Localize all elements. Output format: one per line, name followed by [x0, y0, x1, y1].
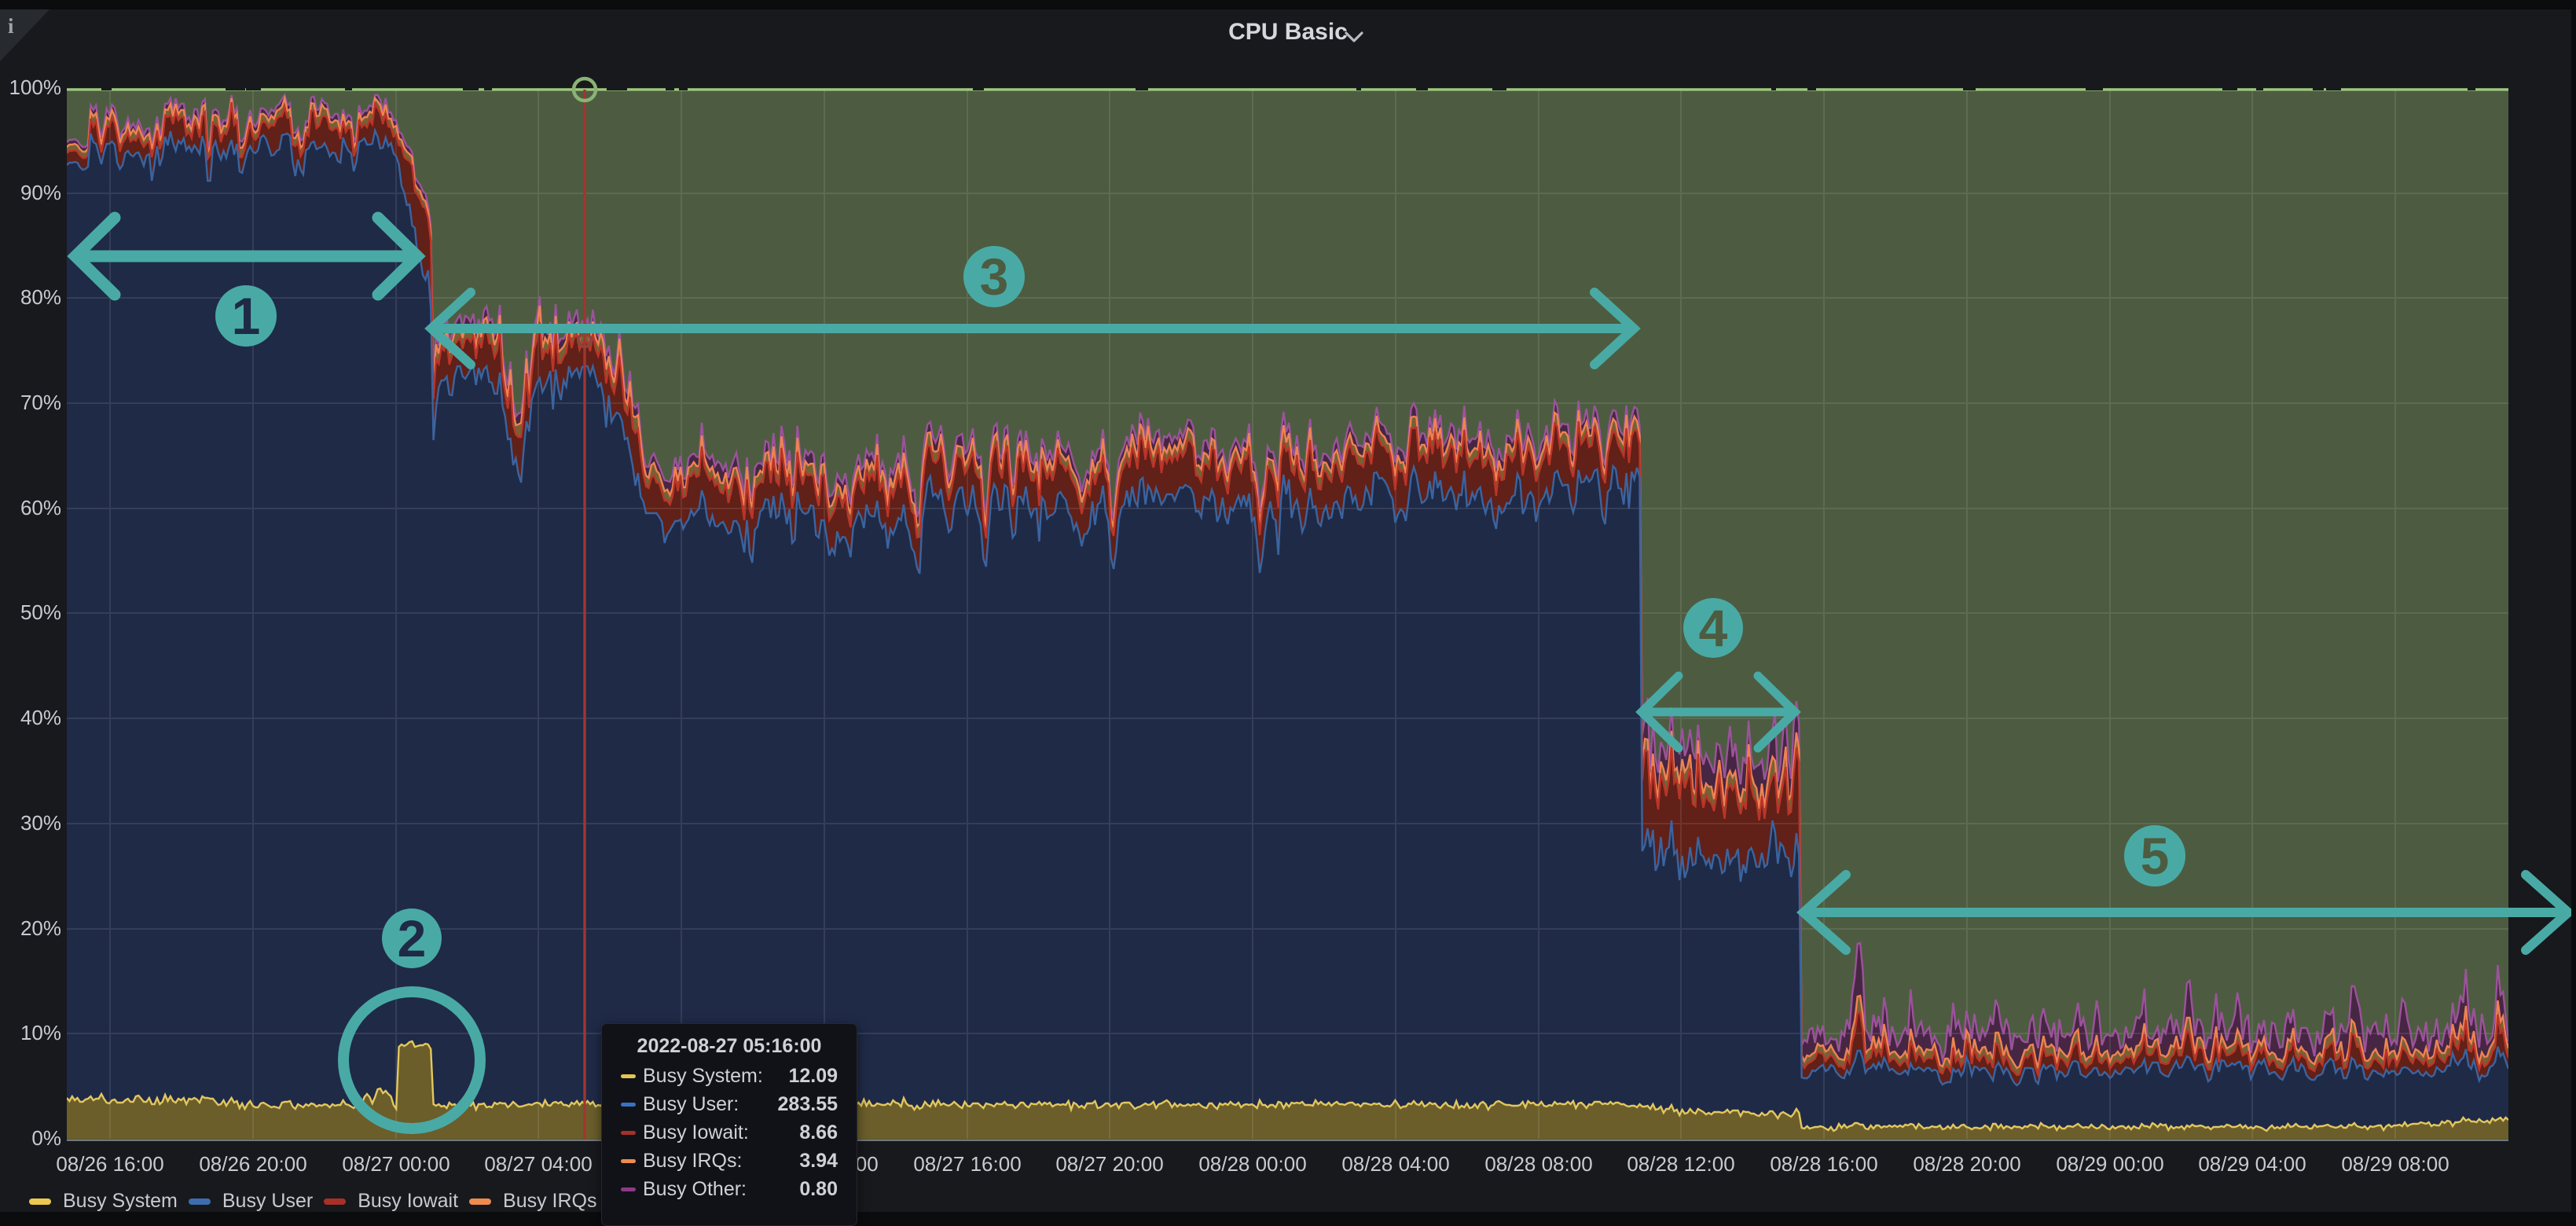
- svg-text:i: i: [8, 14, 14, 38]
